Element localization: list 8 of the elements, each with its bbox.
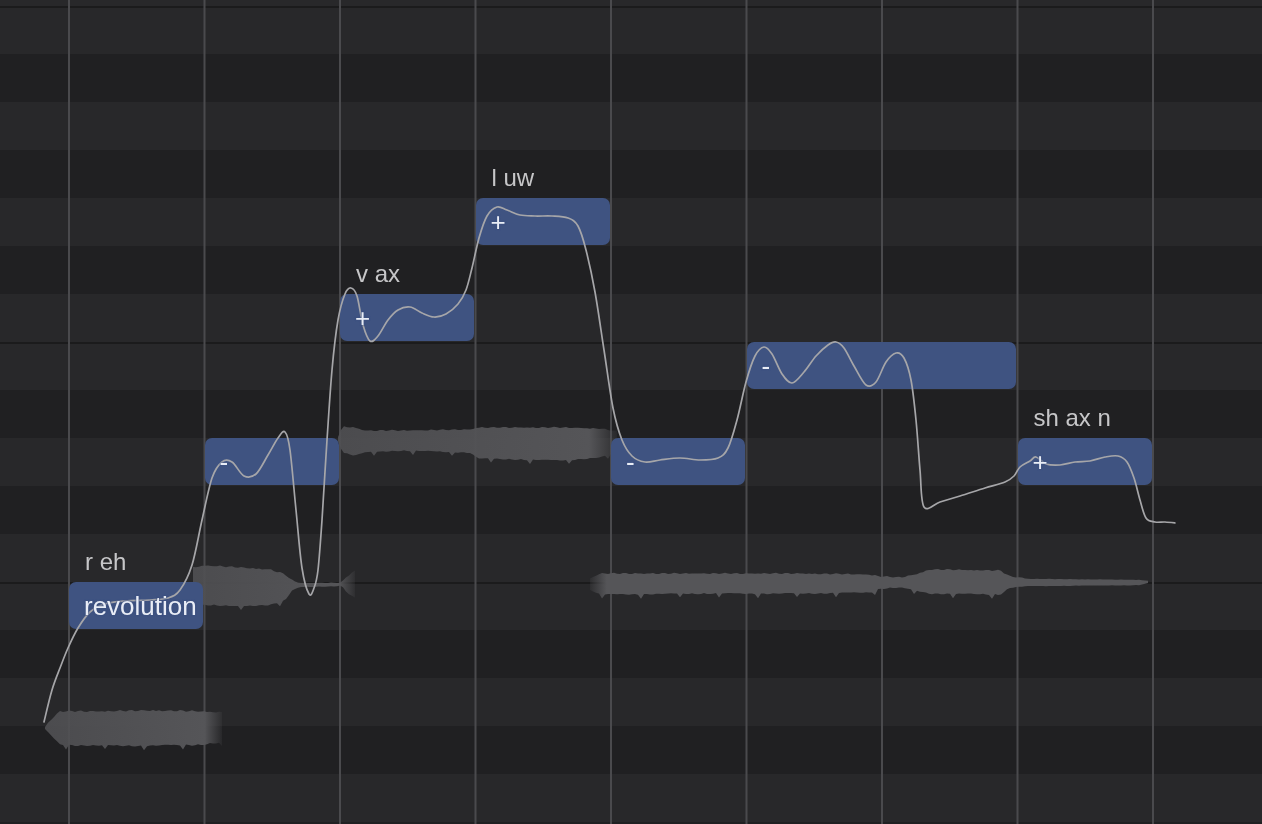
phoneme-label: r eh	[85, 548, 127, 577]
phoneme-label: v ax	[356, 260, 400, 289]
note[interactable]: -	[746, 342, 1016, 389]
note[interactable]: +	[475, 198, 610, 245]
phoneme-label: sh ax n	[1033, 404, 1111, 433]
phoneme-label: l uw	[491, 164, 535, 193]
note[interactable]: -	[611, 438, 745, 485]
note[interactable]: -	[204, 438, 339, 485]
